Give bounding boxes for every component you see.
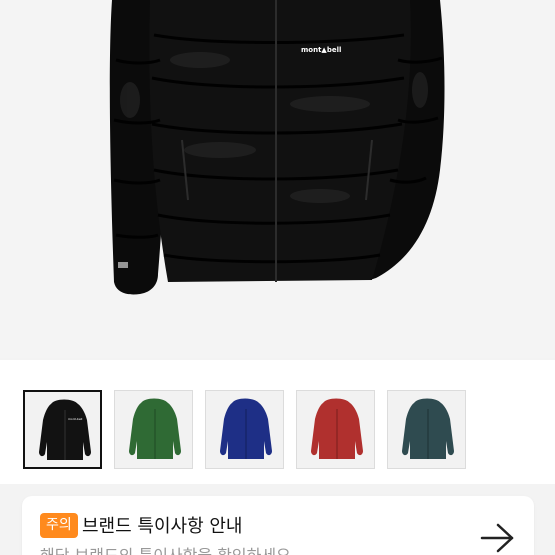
jacket-thumbnail-image	[402, 398, 454, 459]
thumbnail-teal[interactable]	[387, 390, 466, 469]
thumbnail-red[interactable]	[296, 390, 375, 469]
color-thumbnail-strip: mont-bell	[0, 360, 555, 484]
jacket-thumbnail-image	[311, 398, 363, 459]
notice-title: 브랜드 특이사항 안내	[82, 516, 243, 537]
thumbnail-green[interactable]	[114, 390, 193, 469]
brand-logo: mont▲bell	[301, 46, 341, 54]
thumbnail-navy[interactable]	[205, 390, 284, 469]
jacket-thumbnail-image: mont-bell	[39, 399, 91, 460]
brand-notice-card[interactable]: 주의 브랜드 특이사항 안내 해당 브랜드의 특이사항을 확인하세요	[22, 496, 534, 555]
notice-subtitle: 해당 브랜드의 특이사항을 확인하세요	[40, 542, 291, 555]
svg-text:mont-bell: mont-bell	[68, 417, 83, 421]
jacket-thumbnail-image	[129, 398, 181, 459]
thumbnail-black[interactable]: mont-bell	[23, 390, 102, 469]
notice-section: 주의 브랜드 특이사항 안내 해당 브랜드의 특이사항을 확인하세요	[0, 484, 555, 555]
down-jacket-image: mont▲bell	[109, 0, 445, 295]
caution-badge: 주의	[40, 513, 78, 538]
product-hero-image[interactable]: mont▲bell	[0, 0, 555, 358]
jacket-thumbnail-image	[220, 398, 272, 459]
arrow-right-icon[interactable]	[478, 520, 518, 555]
